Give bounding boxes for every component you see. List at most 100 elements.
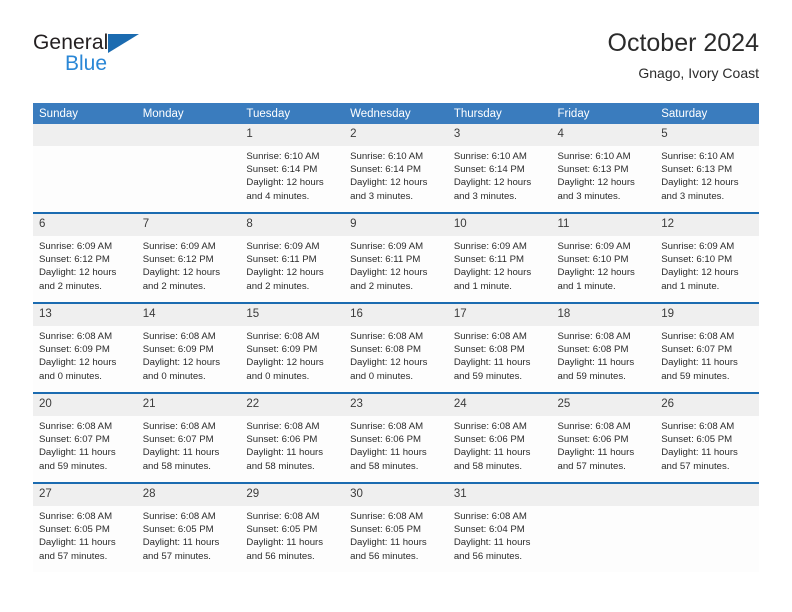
calendar-day-cell[interactable]: 8 Sunrise: 6:09 AM Sunset: 6:11 PM Daylight… <box>240 212 345 303</box>
daylight-text-line1: Daylight: 12 hours <box>350 177 428 189</box>
sunset-text: Sunset: 6:07 PM <box>142 434 214 446</box>
calendar-day-cell[interactable]: 30 Sunrise: 6:08 AM Sunset: 6:05 PM Dayligh… <box>344 482 448 572</box>
sunset-text: Sunset: 6:04 PM <box>453 524 525 536</box>
daylight-text-line2: and 3 minutes. <box>557 190 621 202</box>
sunset-text: Sunset: 6:08 PM <box>453 344 525 356</box>
daylight-text-line2: and 58 minutes. <box>142 460 211 472</box>
sunrise-text: Sunrise: 6:10 AM <box>246 151 320 162</box>
day-number: 11 <box>551 215 656 236</box>
calendar-day-cell[interactable]: 19 Sunrise: 6:08 AM Sunset: 6:07 PM Dayligh… <box>655 302 759 393</box>
calendar-grid: Sunday Monday Tuesday Wednesday Thursday… <box>33 103 759 572</box>
sunset-text: Sunset: 6:05 PM <box>39 524 110 536</box>
daylight-text-line2: and 56 minutes. <box>453 550 523 562</box>
day-number: 10 <box>447 215 552 236</box>
calendar-day-cell[interactable]: 14 Sunrise: 6:08 AM Sunset: 6:09 PM Dayligh… <box>136 302 241 393</box>
calendar-day-cell[interactable]: 23 Sunrise: 6:08 AM Sunset: 6:06 PM Dayligh… <box>344 392 448 483</box>
calendar-week-row: 27 Sunrise: 6:08 AM Sunset: 6:05 PM Dayligh… <box>33 482 759 572</box>
calendar-day-cell[interactable]: 13 Sunrise: 6:08 AM Sunset: 6:09 PM Dayligh… <box>33 302 137 393</box>
daylight-text-line1: Daylight: 11 hours <box>661 447 738 459</box>
day-details: Sunrise: 6:08 AM Sunset: 6:06 PM Daylight:… <box>240 416 344 473</box>
day-number: 3 <box>447 124 552 146</box>
calendar-week-row: 1 Sunrise: 6:10 AM Sunset: 6:14 PM Daylight… <box>33 124 759 213</box>
day-details: Sunrise: 6:10 AM Sunset: 6:14 PM Daylight:… <box>240 146 344 203</box>
sunset-text: Sunset: 6:14 PM <box>246 164 318 176</box>
calendar-day-cell[interactable]: 26 Sunrise: 6:08 AM Sunset: 6:05 PM Dayligh… <box>655 392 759 483</box>
day-number: 28 <box>136 485 241 506</box>
daylight-text-line2: and 2 minutes. <box>246 280 310 292</box>
day-details: Sunrise: 6:08 AM Sunset: 6:05 PM Daylight:… <box>240 506 344 563</box>
day-number: 8 <box>240 215 345 236</box>
day-number: 29 <box>240 485 345 506</box>
calendar-day-cell[interactable]: 21 Sunrise: 6:08 AM Sunset: 6:07 PM Dayligh… <box>136 392 241 483</box>
calendar-day-cell[interactable]: 12 Sunrise: 6:09 AM Sunset: 6:10 PM Dayligh… <box>655 212 759 303</box>
daylight-text-line1: Daylight: 12 hours <box>246 267 324 279</box>
calendar-day-cell[interactable]: 1 Sunrise: 6:10 AM Sunset: 6:14 PM Daylight… <box>240 124 345 213</box>
calendar-day-cell[interactable]: 16 Sunrise: 6:08 AM Sunset: 6:08 PM Dayligh… <box>344 302 448 393</box>
sunrise-text: Sunrise: 6:08 AM <box>557 421 631 432</box>
sunset-text: Sunset: 6:09 PM <box>246 344 318 356</box>
day-details: Sunrise: 6:08 AM Sunset: 6:07 PM Daylight:… <box>137 416 241 473</box>
calendar-day-cell[interactable]: 4 Sunrise: 6:10 AM Sunset: 6:13 PM Daylight… <box>551 124 656 213</box>
daylight-text-line2: and 57 minutes. <box>557 460 626 472</box>
calendar-day-cell[interactable]: 11 Sunrise: 6:09 AM Sunset: 6:10 PM Dayligh… <box>551 212 656 303</box>
day-details: Sunrise: 6:08 AM Sunset: 6:06 PM Daylight:… <box>552 416 656 473</box>
day-details: Sunrise: 6:09 AM Sunset: 6:11 PM Daylight:… <box>344 236 448 293</box>
daylight-text-line2: and 59 minutes. <box>39 460 108 472</box>
calendar-day-cell[interactable]: 15 Sunrise: 6:08 AM Sunset: 6:09 PM Dayligh… <box>240 302 345 393</box>
daylight-text-line2: and 3 minutes. <box>453 190 517 202</box>
sunrise-text: Sunrise: 6:08 AM <box>246 331 320 342</box>
day-number: 14 <box>136 305 241 326</box>
day-number: 6 <box>33 215 137 236</box>
day-number <box>655 485 759 506</box>
calendar-day-cell[interactable]: 2 Sunrise: 6:10 AM Sunset: 6:14 PM Daylight… <box>344 124 448 213</box>
sunset-text: Sunset: 6:05 PM <box>661 434 733 446</box>
daylight-text-line2: and 0 minutes. <box>350 370 414 382</box>
day-number: 7 <box>136 215 241 236</box>
calendar-day-cell[interactable]: 5 Sunrise: 6:10 AM Sunset: 6:13 PM Daylight… <box>655 124 759 213</box>
brand-logo[interactable]: General Blue <box>33 32 273 74</box>
daylight-text-line2: and 3 minutes. <box>661 190 725 202</box>
brand-name-blue: Blue <box>65 52 108 75</box>
daylight-text-line2: and 58 minutes. <box>246 460 315 472</box>
daylight-text-line2: and 59 minutes. <box>453 370 523 382</box>
daylight-text-line1: Daylight: 11 hours <box>557 447 635 459</box>
sunrise-text: Sunrise: 6:09 AM <box>142 241 216 252</box>
calendar-day-cell[interactable]: 3 Sunrise: 6:10 AM Sunset: 6:14 PM Daylight… <box>447 124 552 213</box>
calendar-day-cell[interactable]: 22 Sunrise: 6:08 AM Sunset: 6:06 PM Dayligh… <box>240 392 345 483</box>
calendar-day-cell[interactable]: 25 Sunrise: 6:08 AM Sunset: 6:06 PM Dayligh… <box>551 392 656 483</box>
calendar-day-cell[interactable]: 6 Sunrise: 6:09 AM Sunset: 6:12 PM Daylight… <box>33 212 137 303</box>
calendar-day-cell[interactable]: 9 Sunrise: 6:09 AM Sunset: 6:11 PM Daylight… <box>344 212 448 303</box>
day-number: 1 <box>240 124 345 146</box>
calendar-day-cell[interactable]: 7 Sunrise: 6:09 AM Sunset: 6:12 PM Daylight… <box>136 212 241 303</box>
day-details: Sunrise: 6:09 AM Sunset: 6:11 PM Daylight:… <box>240 236 344 293</box>
calendar-day-cell[interactable]: 31 Sunrise: 6:08 AM Sunset: 6:04 PM Dayligh… <box>447 482 552 572</box>
day-number: 24 <box>447 395 552 416</box>
brand-name-general: General <box>33 31 109 54</box>
day-details: Sunrise: 6:08 AM Sunset: 6:09 PM Daylight:… <box>33 326 137 383</box>
daylight-text-line2: and 59 minutes. <box>557 370 626 382</box>
daylight-text-line2: and 2 minutes. <box>350 280 414 292</box>
calendar-day-cell[interactable]: 10 Sunrise: 6:09 AM Sunset: 6:11 PM Dayligh… <box>447 212 552 303</box>
sunset-text: Sunset: 6:06 PM <box>453 434 525 446</box>
day-number: 30 <box>344 485 448 506</box>
day-number: 21 <box>136 395 241 416</box>
calendar-day-cell[interactable]: 24 Sunrise: 6:08 AM Sunset: 6:06 PM Dayligh… <box>447 392 552 483</box>
calendar-day-cell[interactable]: 20 Sunrise: 6:08 AM Sunset: 6:07 PM Dayligh… <box>33 392 137 483</box>
calendar-body: 1 Sunrise: 6:10 AM Sunset: 6:14 PM Daylight… <box>33 124 759 572</box>
day-number: 19 <box>655 305 759 326</box>
sunrise-text: Sunrise: 6:08 AM <box>246 421 320 432</box>
calendar-day-cell[interactable]: 28 Sunrise: 6:08 AM Sunset: 6:05 PM Dayligh… <box>136 482 241 572</box>
calendar-day-cell[interactable]: 27 Sunrise: 6:08 AM Sunset: 6:05 PM Dayligh… <box>33 482 137 572</box>
daylight-text-line2: and 59 minutes. <box>661 370 730 382</box>
daylight-text-line2: and 1 minute. <box>453 280 512 292</box>
calendar-day-cell[interactable]: 18 Sunrise: 6:08 AM Sunset: 6:08 PM Dayligh… <box>551 302 656 393</box>
calendar-day-cell[interactable]: 17 Sunrise: 6:08 AM Sunset: 6:08 PM Dayligh… <box>447 302 552 393</box>
sunset-text: Sunset: 6:06 PM <box>350 434 422 446</box>
day-details: Sunrise: 6:08 AM Sunset: 6:08 PM Daylight:… <box>344 326 448 383</box>
sunrise-text: Sunrise: 6:09 AM <box>39 241 113 252</box>
calendar-day-cell[interactable]: 29 Sunrise: 6:08 AM Sunset: 6:05 PM Dayligh… <box>240 482 345 572</box>
daylight-text-line1: Daylight: 12 hours <box>39 267 117 279</box>
sunset-text: Sunset: 6:08 PM <box>350 344 422 356</box>
calendar-week-row: 20 Sunrise: 6:08 AM Sunset: 6:07 PM Dayligh… <box>33 392 759 483</box>
daylight-text-line2: and 56 minutes. <box>246 550 315 562</box>
